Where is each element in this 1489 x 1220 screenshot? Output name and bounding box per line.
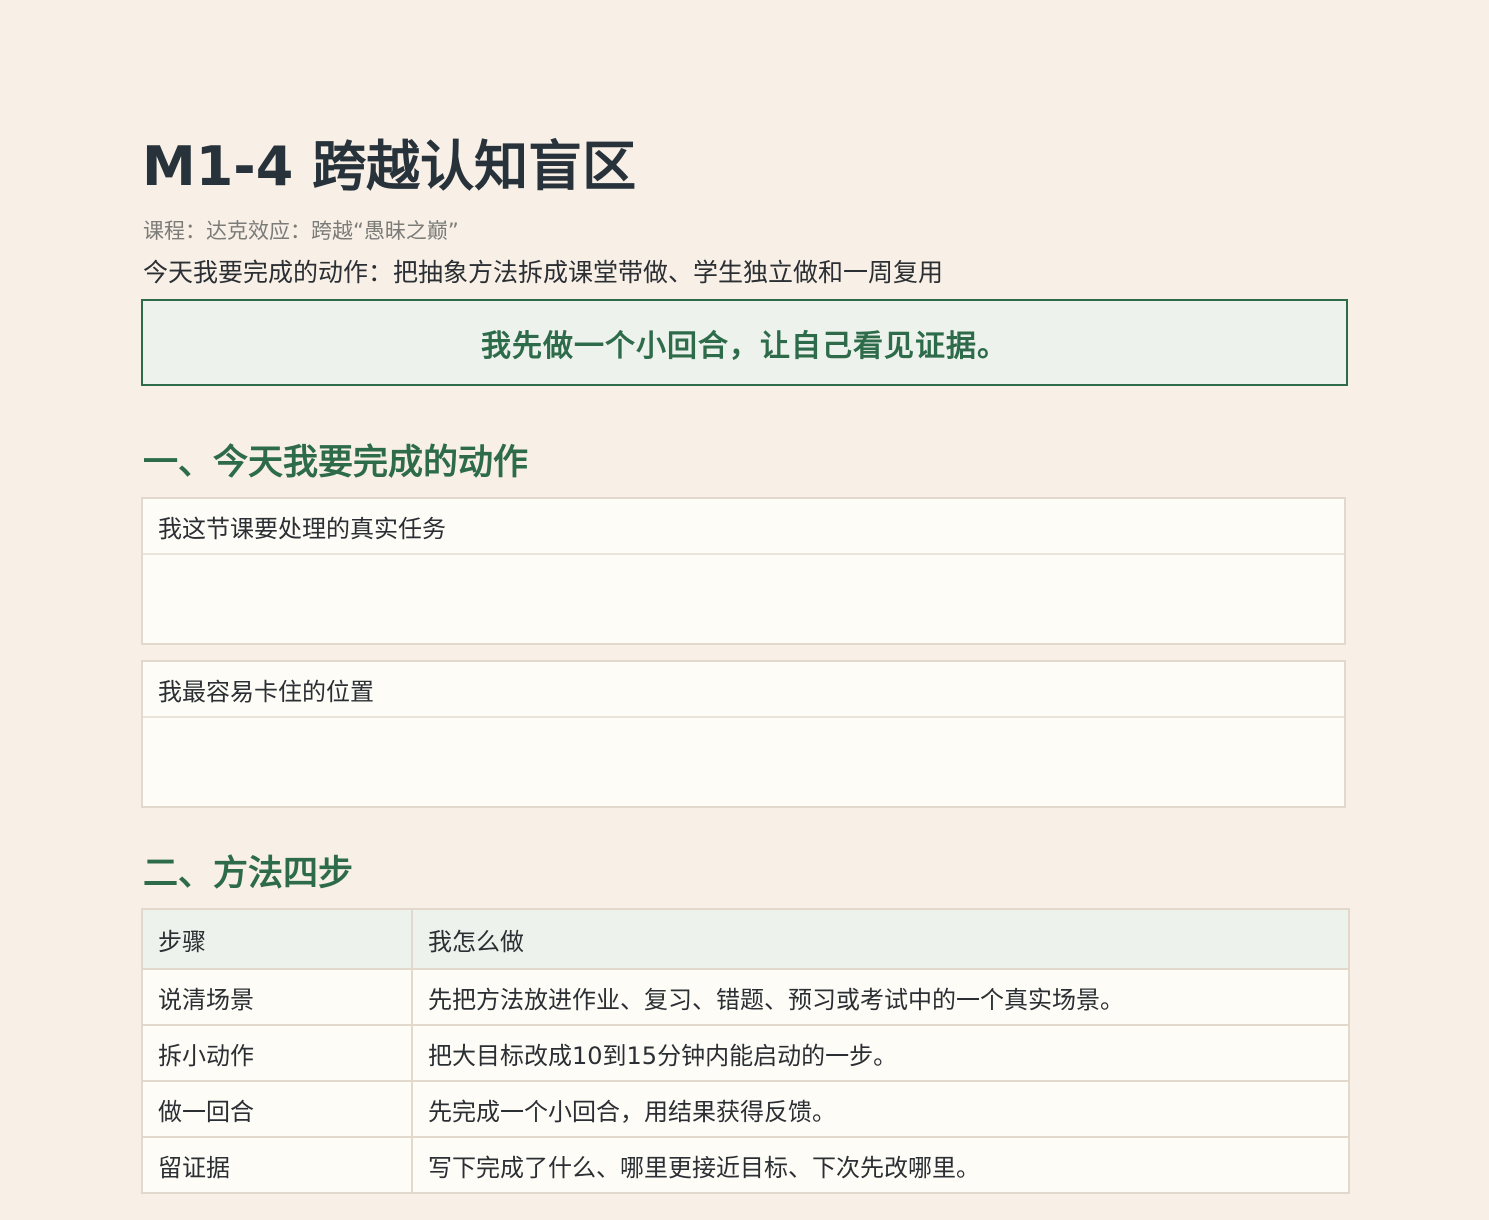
step-cell: 说清场景 bbox=[141, 968, 413, 1026]
table-row: 留证据 写下完成了什么、哪里更接近目标、下次先改哪里。 bbox=[141, 1136, 1350, 1194]
page-title: M1-4 跨越认知盲区 bbox=[142, 135, 637, 198]
goal-statement: 今天我要完成的动作：把抽象方法拆成课堂带做、学生独立做和一周复用 bbox=[143, 258, 944, 287]
column-header-how: 我怎么做 bbox=[411, 908, 1350, 970]
task-box-label: 我这节课要处理的真实任务 bbox=[143, 499, 1344, 555]
course-subtitle: 课程：达克效应：跨越“愚昧之巅” bbox=[143, 219, 459, 243]
how-cell: 先完成一个小回合，用结果获得反馈。 bbox=[411, 1080, 1350, 1138]
task-box-input-area[interactable] bbox=[143, 555, 1344, 643]
stuck-point-box: 我最容易卡住的位置 bbox=[141, 660, 1346, 808]
stuck-point-box-input-area[interactable] bbox=[143, 718, 1344, 806]
how-cell: 先把方法放进作业、复习、错题、预习或考试中的一个真实场景。 bbox=[411, 968, 1350, 1026]
method-steps-table: 步骤 我怎么做 说清场景 先把方法放进作业、复习、错题、预习或考试中的一个真实场… bbox=[141, 908, 1350, 1194]
callout-banner: 我先做一个小回合，让自己看见证据。 bbox=[141, 299, 1348, 386]
stuck-point-box-label: 我最容易卡住的位置 bbox=[143, 662, 1344, 718]
worksheet-page: M1-4 跨越认知盲区 课程：达克效应：跨越“愚昧之巅” 今天我要完成的动作：把… bbox=[0, 0, 1489, 1220]
task-box: 我这节课要处理的真实任务 bbox=[141, 497, 1346, 645]
table-row: 做一回合 先完成一个小回合，用结果获得反馈。 bbox=[141, 1080, 1350, 1138]
how-cell: 把大目标改成10到15分钟内能启动的一步。 bbox=[411, 1024, 1350, 1082]
step-cell: 拆小动作 bbox=[141, 1024, 413, 1082]
table-row: 拆小动作 把大目标改成10到15分钟内能启动的一步。 bbox=[141, 1024, 1350, 1082]
table-row: 说清场景 先把方法放进作业、复习、错题、预习或考试中的一个真实场景。 bbox=[141, 968, 1350, 1026]
step-cell: 做一回合 bbox=[141, 1080, 413, 1138]
how-cell: 写下完成了什么、哪里更接近目标、下次先改哪里。 bbox=[411, 1136, 1350, 1194]
column-header-step: 步骤 bbox=[141, 908, 413, 970]
table-header-row: 步骤 我怎么做 bbox=[141, 908, 1350, 970]
section-heading-actions: 一、今天我要完成的动作 bbox=[143, 443, 529, 483]
callout-text: 我先做一个小回合，让自己看见证据。 bbox=[481, 328, 1008, 364]
section-heading-method: 二、方法四步 bbox=[143, 854, 354, 894]
step-cell: 留证据 bbox=[141, 1136, 413, 1194]
